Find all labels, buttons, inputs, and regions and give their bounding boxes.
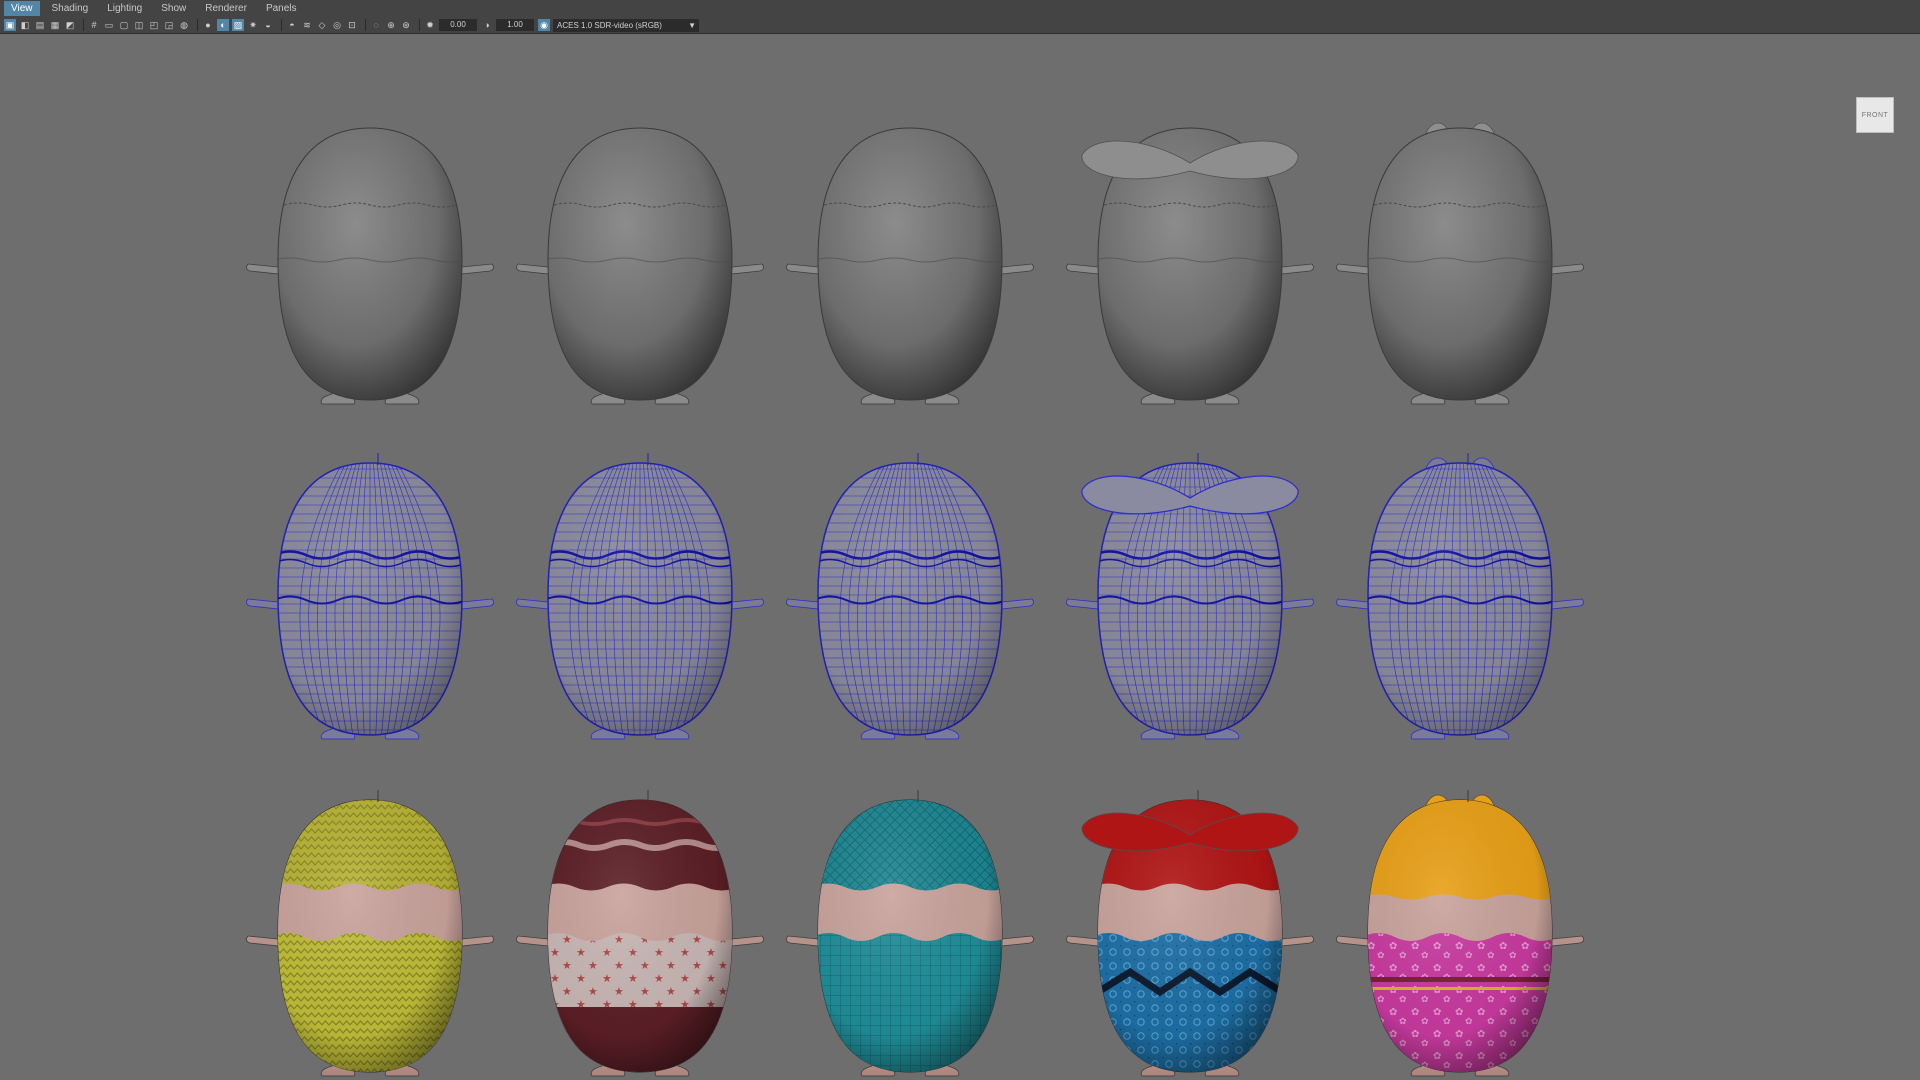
grid-icon[interactable]: #	[88, 19, 100, 31]
toolbar-separator	[365, 19, 366, 31]
menu-panels[interactable]: Panels	[259, 1, 304, 16]
toolbar-separator	[419, 19, 420, 31]
use-all-lights-icon[interactable]: ✷	[247, 19, 259, 31]
panel-toolbar: ▣ ◧ ▤ ▦ ◩ # ▭ ▢ ◫ ◰ ◲ ◍ ● ◐ ▨ ✷ ◒ ◓ ≋ ◇ ◎ ⊡ ◌ ⊕ ⊛ ✹ 0.00 ◑ 1.00 ◉ ACES…	[0, 17, 1920, 34]
mustache-chick-wireframe[interactable]	[1066, 453, 1314, 740]
shadows-icon[interactable]: ◒	[262, 19, 274, 31]
viewport-3d[interactable]: ★★✿✿ FRONT	[0, 35, 1920, 1080]
depth-of-field-icon[interactable]: ◎	[331, 19, 343, 31]
teal-chick-smooth-shaded[interactable]	[786, 127, 1034, 405]
menu-show[interactable]: Show	[154, 1, 193, 16]
resolution-gate-icon[interactable]: ▢	[118, 19, 130, 31]
viewport-scene[interactable]: ★★✿✿	[0, 35, 1920, 1080]
default-material-icon[interactable]: ◐	[217, 19, 229, 31]
isolate-select-icon[interactable]: ⊡	[346, 19, 358, 31]
anti-aliasing-icon[interactable]: ◇	[316, 19, 328, 31]
striped-chick-textured[interactable]	[516, 790, 764, 1080]
chevron-down-icon: ▼	[688, 20, 696, 30]
safe-action-icon[interactable]: ◲	[163, 19, 175, 31]
image-plane-icon[interactable]: ▦	[49, 19, 61, 31]
smooth-shade-icon[interactable]: ●	[202, 19, 214, 31]
menu-renderer[interactable]: Renderer	[198, 1, 254, 16]
bunny-chick-wireframe[interactable]	[1336, 453, 1584, 740]
menu-lighting[interactable]: Lighting	[100, 1, 149, 16]
color-management-icon[interactable]: ◉	[538, 19, 550, 31]
toolbar-separator	[197, 19, 198, 31]
select-camera-icon[interactable]: ▣	[4, 19, 16, 31]
plain-chick-wireframe[interactable]	[246, 453, 494, 740]
film-gate-icon[interactable]: ▭	[103, 19, 115, 31]
xray-icon[interactable]: ◌	[370, 19, 382, 31]
toolbar-separator	[281, 19, 282, 31]
bunny-chick-textured[interactable]	[1336, 790, 1584, 1077]
view-cube-front[interactable]: FRONT	[1856, 97, 1894, 133]
screen-space-ao-icon[interactable]: ◓	[286, 19, 298, 31]
bunny-chick-smooth-shaded[interactable]	[1336, 122, 1584, 405]
motion-blur-icon[interactable]: ≋	[301, 19, 313, 31]
bookmarks-icon[interactable]: ▤	[34, 19, 46, 31]
exposure-icon[interactable]: ✹	[424, 19, 436, 31]
gamma-field[interactable]: 1.00	[496, 19, 534, 31]
gate-mask-icon[interactable]: ◫	[133, 19, 145, 31]
color-space-label: ACES 1.0 SDR-video (sRGB)	[557, 20, 662, 30]
plain-chick-smooth-shaded[interactable]	[246, 127, 494, 405]
field-chart-icon[interactable]: ◰	[148, 19, 160, 31]
menu-view[interactable]: View	[4, 1, 40, 16]
teal-chick-wireframe[interactable]	[786, 453, 1034, 740]
xray-components-icon[interactable]: ⊛	[400, 19, 412, 31]
toolbar-separator	[83, 19, 84, 31]
textured-icon[interactable]: ▨	[232, 19, 244, 31]
menu-shading[interactable]: Shading	[45, 1, 96, 16]
striped-chick-smooth-shaded[interactable]	[516, 127, 764, 405]
mustache-chick-smooth-shaded[interactable]	[1066, 127, 1314, 405]
gamma-icon[interactable]: ◑	[481, 19, 493, 31]
mustache-chick-textured[interactable]	[1066, 790, 1314, 1077]
striped-chick-wireframe[interactable]	[516, 453, 764, 740]
camera-attributes-icon[interactable]: ◧	[19, 19, 31, 31]
exposure-field[interactable]: 0.00	[439, 19, 477, 31]
view-transform-icon[interactable]: ◩	[64, 19, 76, 31]
color-space-select[interactable]: ACES 1.0 SDR-video (sRGB) ▼	[553, 18, 699, 32]
teal-chick-textured[interactable]	[786, 790, 1034, 1077]
wireframe-icon[interactable]: ◍	[178, 19, 190, 31]
panel-menu-bar: View Shading Lighting Show Renderer Panels	[0, 0, 1920, 17]
plain-chick-textured[interactable]	[246, 790, 494, 1077]
xray-joints-icon[interactable]: ⊕	[385, 19, 397, 31]
